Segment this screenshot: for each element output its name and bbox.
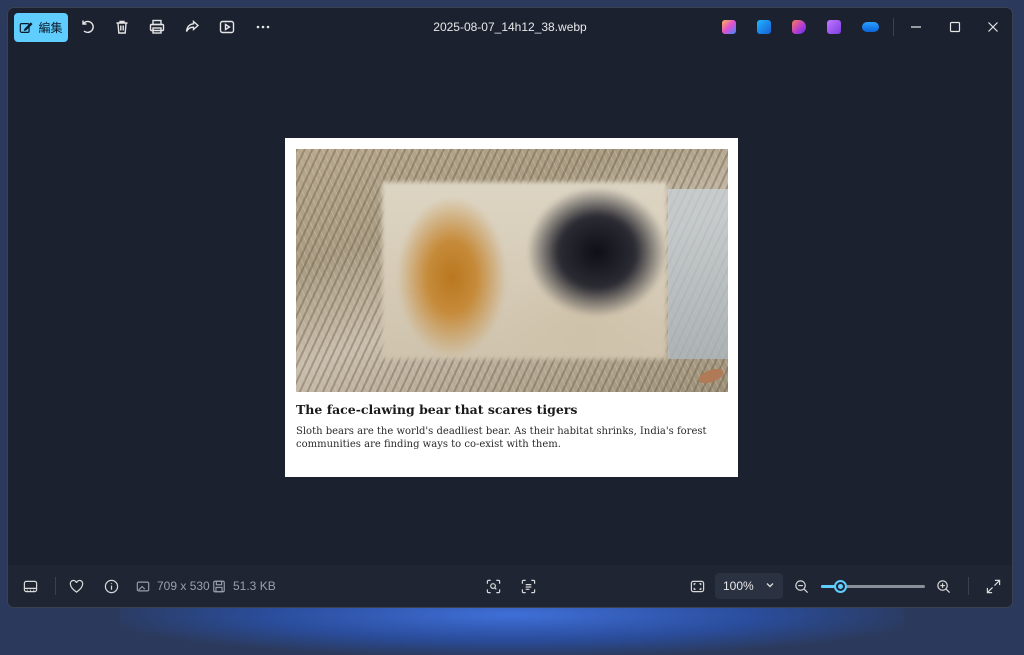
close-icon [988, 22, 998, 32]
zoom-out-icon [794, 579, 808, 593]
close-button[interactable] [984, 18, 1002, 36]
chevron-down-icon [765, 579, 775, 593]
image-icon [136, 581, 150, 591]
file-size: 51.3 KB [233, 579, 276, 593]
text-scan-button[interactable] [520, 578, 536, 594]
maximize-button[interactable] [946, 18, 964, 36]
filmstrip-button[interactable] [22, 578, 38, 594]
fit-window-icon [690, 580, 704, 592]
edit-icon [20, 21, 34, 33]
zoom-slider[interactable] [821, 580, 925, 593]
more-button[interactable] [254, 18, 272, 36]
minimize-icon [911, 26, 921, 28]
save-icon [213, 580, 225, 592]
print-button[interactable] [148, 18, 166, 36]
zoom-value: 100% [723, 579, 754, 593]
image-dimensions-icon [136, 578, 150, 594]
more-icon [256, 25, 270, 29]
rotate-icon [82, 20, 94, 34]
favorite-icon [69, 579, 83, 593]
share-icon [185, 19, 200, 32]
onedrive-icon[interactable] [862, 22, 879, 32]
file-size-icon [212, 578, 226, 594]
zoom-dropdown[interactable]: 100% [715, 573, 783, 599]
zoom-out-button[interactable] [793, 578, 809, 594]
video-editor-icon[interactable] [827, 20, 841, 34]
image-canvas[interactable]: The face-clawing bear that scares tigers… [8, 46, 1012, 565]
visual-search-button[interactable] [485, 578, 501, 594]
status-bar: 709 x 530 51.3 KB 100% [8, 565, 1012, 607]
slideshow-button[interactable] [218, 18, 236, 36]
article-photo [296, 149, 728, 392]
designer-icon[interactable] [757, 20, 771, 34]
copilot-icon[interactable] [722, 20, 736, 34]
image-dimensions: 709 x 530 [157, 579, 210, 593]
photos-window: 2025-08-07_14h12_38.webp 編集 The face-cla… [7, 7, 1013, 608]
fit-window-button[interactable] [689, 578, 705, 594]
blurred-region [382, 182, 667, 359]
titlebar-divider [893, 18, 894, 36]
slideshow-icon [219, 20, 235, 34]
rotate-button[interactable] [79, 18, 97, 36]
print-icon [149, 19, 165, 34]
text-scan-icon [521, 579, 535, 593]
fullscreen-button[interactable] [985, 578, 1001, 594]
info-icon [104, 579, 118, 593]
fullscreen-icon [986, 579, 1000, 593]
statusbar-divider-right [968, 577, 969, 595]
clipchamp-icon[interactable] [792, 20, 806, 34]
statusbar-divider [55, 577, 56, 595]
article-headline: The face-clawing bear that scares tigers [296, 402, 578, 417]
zoom-slider-thumb[interactable] [834, 580, 847, 593]
title-bar: 2025-08-07_14h12_38.webp 編集 [8, 8, 1012, 46]
filmstrip-icon [23, 580, 37, 592]
edit-button-label: 編集 [38, 21, 63, 35]
favorite-button[interactable] [68, 578, 84, 594]
info-button[interactable] [103, 578, 119, 594]
water-area [668, 189, 728, 359]
share-button[interactable] [183, 18, 201, 36]
minimize-button[interactable] [907, 18, 925, 36]
maximize-icon [949, 21, 961, 33]
delete-icon [116, 20, 128, 34]
displayed-image: The face-clawing bear that scares tigers… [285, 138, 738, 477]
zoom-in-button[interactable] [935, 578, 951, 594]
delete-button[interactable] [113, 18, 131, 36]
article-summary: Sloth bears are the world's deadliest be… [296, 426, 707, 450]
visual-search-icon [486, 579, 500, 593]
zoom-in-icon [936, 579, 950, 593]
edit-button[interactable]: 編集 [14, 13, 68, 42]
